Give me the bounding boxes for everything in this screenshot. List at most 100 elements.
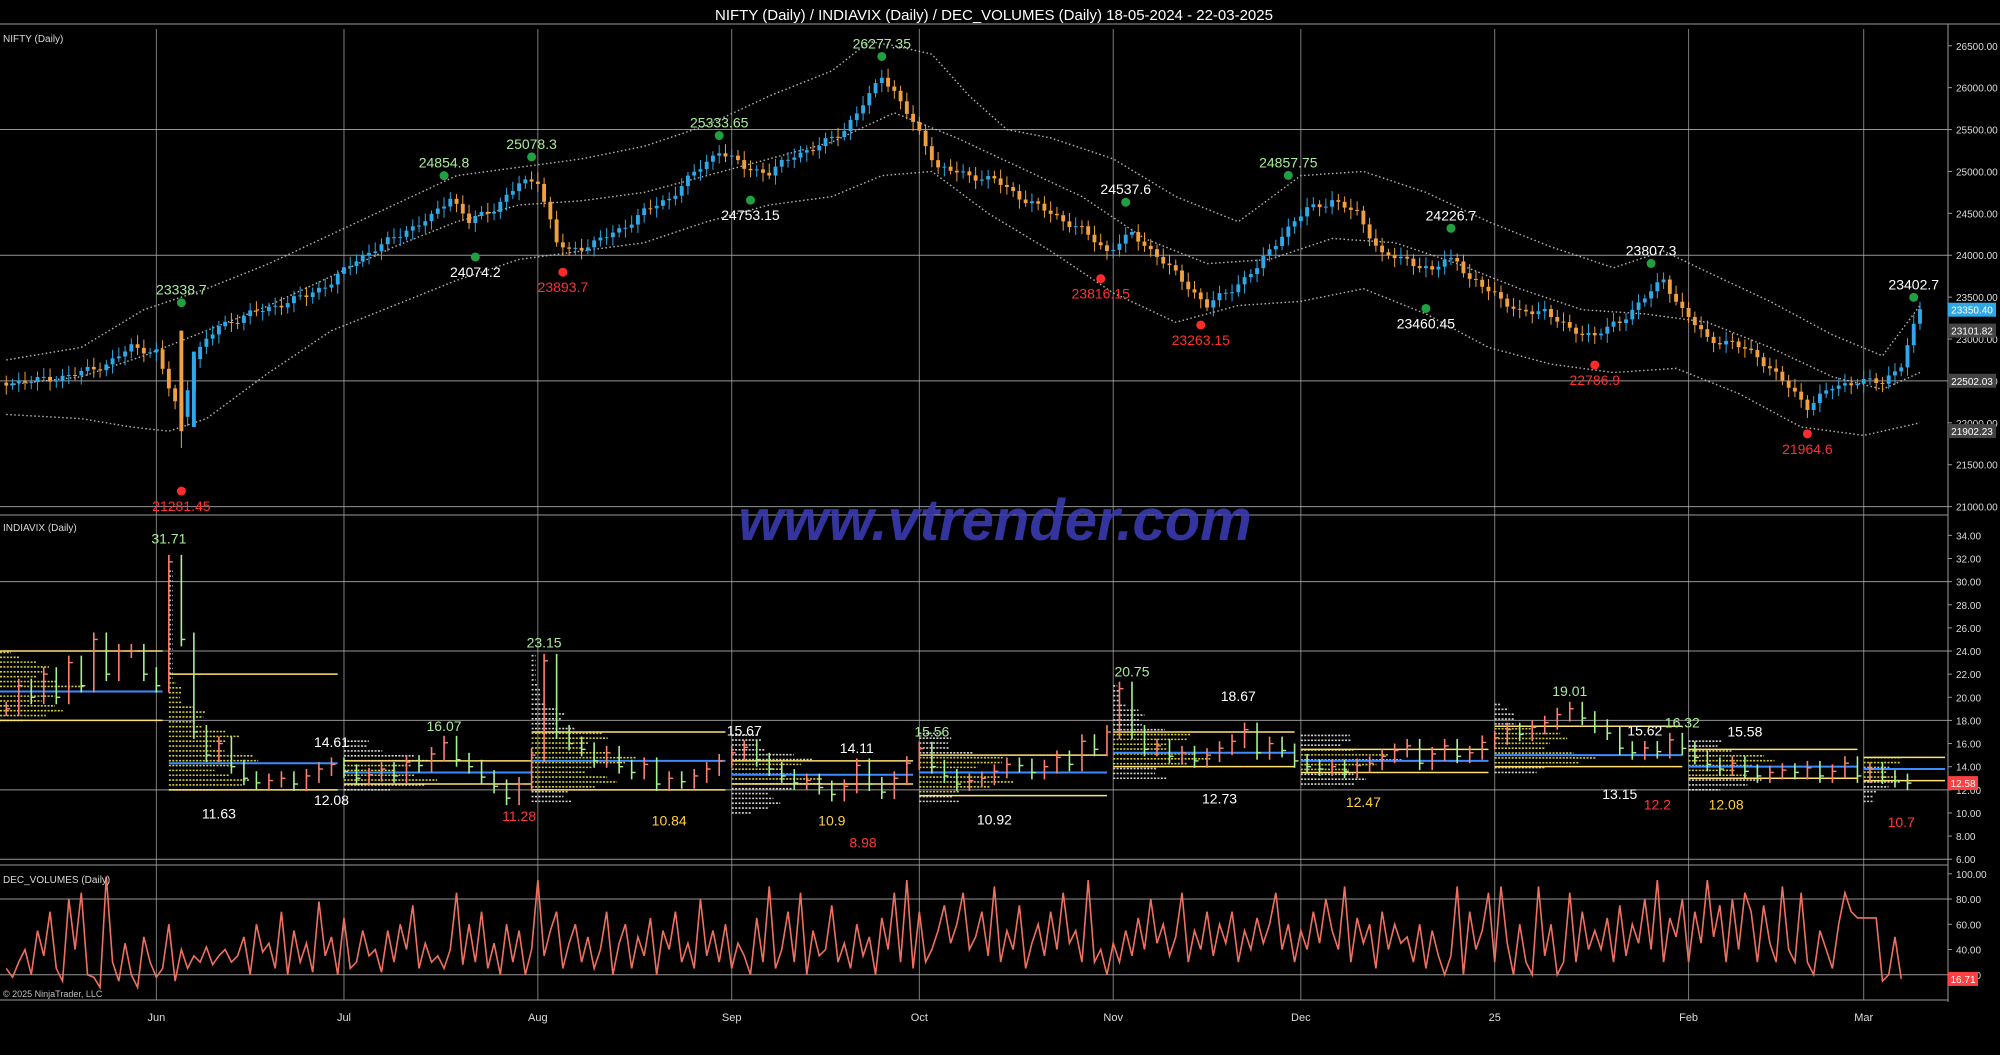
candle-body bbox=[348, 266, 353, 268]
month-label: Jul bbox=[337, 1012, 351, 1024]
candle-body bbox=[23, 380, 27, 383]
candle-body bbox=[929, 146, 934, 161]
swing-label: 24074.2 bbox=[450, 264, 501, 280]
vix-label: 12.2 bbox=[1644, 796, 1671, 812]
candle-body bbox=[1029, 201, 1034, 204]
candle-body bbox=[1280, 236, 1285, 246]
vix-label: 10.7 bbox=[1888, 814, 1915, 830]
candle-body bbox=[335, 273, 340, 285]
candle-body bbox=[1398, 256, 1403, 259]
candle-body bbox=[4, 382, 9, 386]
y-tick-label: 24.00 bbox=[1956, 647, 1981, 658]
candle-body bbox=[873, 83, 878, 94]
candle-body bbox=[48, 376, 52, 382]
candle-body bbox=[1855, 383, 1860, 386]
candle-body bbox=[723, 153, 728, 157]
swing-marker bbox=[1909, 292, 1919, 302]
y-tick-label: 8.00 bbox=[1956, 832, 1976, 843]
candle-body bbox=[1661, 279, 1666, 283]
candle-body bbox=[485, 211, 490, 214]
candle-body bbox=[1323, 206, 1328, 208]
candle-body bbox=[836, 136, 840, 138]
y-tick-label: 25500.00 bbox=[1956, 126, 1998, 137]
candle-body bbox=[66, 374, 71, 376]
candle-body bbox=[548, 201, 553, 220]
y-tick-label: 18.00 bbox=[1956, 716, 1981, 727]
candle-body bbox=[879, 77, 884, 84]
candle-body bbox=[179, 330, 184, 432]
vix-label: 20.75 bbox=[1114, 663, 1149, 679]
candle-body bbox=[166, 368, 171, 389]
candle-body bbox=[1117, 243, 1122, 250]
vix-label: 19.01 bbox=[1552, 683, 1587, 699]
candle-body bbox=[1699, 325, 1704, 330]
swing-marker bbox=[1802, 429, 1812, 439]
candle-body bbox=[1317, 204, 1322, 208]
candle-body bbox=[1336, 200, 1341, 202]
candle-body bbox=[379, 244, 384, 252]
candle-body bbox=[936, 160, 941, 168]
candle-body bbox=[204, 338, 209, 347]
candle-body bbox=[467, 213, 471, 223]
candle-body bbox=[1217, 293, 1222, 301]
swing-label: 23460.45 bbox=[1397, 315, 1456, 331]
candle-body bbox=[573, 247, 578, 249]
candle-body bbox=[629, 224, 634, 228]
candle-body bbox=[1799, 391, 1804, 400]
candle-body bbox=[323, 287, 328, 289]
candle-body bbox=[229, 321, 234, 323]
candle-body bbox=[279, 305, 284, 308]
swing-marker bbox=[1646, 258, 1656, 268]
candle-body bbox=[992, 176, 997, 179]
price-tag-text: 23350.40 bbox=[1951, 306, 1993, 317]
candle-body bbox=[717, 153, 722, 156]
chart-svg[interactable]: NIFTY (Daily) / INDIAVIX (Daily) / DEC_V… bbox=[0, 0, 2000, 1050]
candle-body bbox=[667, 198, 672, 201]
swing-marker bbox=[714, 131, 724, 141]
candle-body bbox=[79, 370, 84, 376]
candle-body bbox=[1148, 245, 1153, 250]
candle-body bbox=[798, 152, 803, 158]
candle-body bbox=[911, 113, 916, 122]
candle-body bbox=[1061, 215, 1066, 222]
y-tick-label: 6.00 bbox=[1956, 855, 1976, 866]
candle-body bbox=[73, 374, 77, 376]
candle-body bbox=[761, 169, 765, 173]
candle-body bbox=[1286, 226, 1291, 237]
y-tick-label: 40.00 bbox=[1956, 946, 1981, 957]
candle-body bbox=[1311, 204, 1316, 208]
candle-body bbox=[260, 310, 265, 312]
candle-body bbox=[60, 375, 65, 381]
candle-body bbox=[1198, 292, 1203, 300]
month-label: Nov bbox=[1103, 1012, 1123, 1024]
candle-body bbox=[1155, 249, 1159, 257]
candle-body bbox=[1899, 367, 1904, 372]
candle-body bbox=[1742, 347, 1747, 349]
candle-body bbox=[804, 150, 809, 153]
candle-body bbox=[1880, 382, 1885, 384]
candle-body bbox=[1893, 371, 1897, 376]
swing-marker bbox=[745, 195, 755, 205]
candle-body bbox=[1599, 333, 1603, 336]
candle-body bbox=[1580, 333, 1585, 335]
candle-body bbox=[1086, 226, 1091, 235]
y-tick-label: 80.00 bbox=[1956, 895, 1981, 906]
candle-body bbox=[598, 237, 603, 241]
candle-body bbox=[679, 186, 684, 196]
candle-body bbox=[711, 155, 715, 162]
candle-body bbox=[1792, 387, 1797, 392]
candle-body bbox=[191, 351, 196, 428]
candle-body bbox=[1392, 255, 1397, 259]
candle-body bbox=[617, 228, 622, 233]
candle-body bbox=[1361, 210, 1366, 225]
swing-label: 24753.15 bbox=[721, 207, 780, 223]
candle-body bbox=[329, 284, 334, 288]
candle-body bbox=[1142, 241, 1147, 246]
candle-body bbox=[1592, 333, 1597, 336]
candle-body bbox=[1842, 383, 1847, 386]
y-tick-label: 16.00 bbox=[1956, 740, 1981, 751]
candle-body bbox=[1861, 378, 1866, 384]
candle-body bbox=[473, 216, 478, 223]
swing-marker bbox=[1283, 170, 1293, 180]
candle-body bbox=[904, 101, 909, 114]
